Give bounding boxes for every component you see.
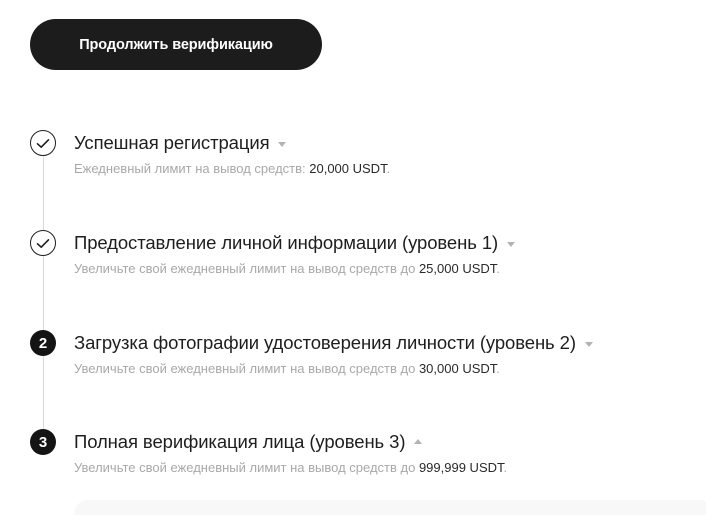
limit-label: Увеличьте свой ежедневный лимит на вывод… [74, 460, 419, 475]
limit-amount: 25,000 USDT [418, 261, 497, 276]
limit-amount: 20,000 USDT [309, 161, 387, 176]
step-number-badge: 2 [30, 330, 56, 356]
limit-suffix: . [496, 261, 500, 276]
caret-down-icon[interactable] [584, 341, 593, 347]
limit-label: Увеличьте свой ежедневный лимит на вывод… [74, 261, 419, 276]
step-limit-text: Увеличьте свой ежедневный лимит на вывод… [74, 460, 507, 475]
limit-label: Ежедневный лимит на вывод средств: [74, 161, 310, 176]
caret-up-icon[interactable] [414, 438, 423, 444]
check-icon [30, 230, 56, 256]
step-header[interactable]: Загрузка фотографии удостоверения личнос… [74, 332, 593, 354]
step-limit-text: Ежедневный лимит на вывод средств: 20,00… [74, 161, 390, 176]
step-limit-text: Увеличьте свой ежедневный лимит на вывод… [74, 261, 500, 276]
limit-amount: 999,999 USDT [418, 460, 504, 475]
limit-suffix: . [496, 361, 500, 376]
step-header[interactable]: Полная верификация лица (уровень 3) [74, 431, 423, 453]
continue-verification-button[interactable]: Продолжить верификацию [30, 19, 322, 70]
step-limit-text: Увеличьте свой ежедневный лимит на вывод… [74, 361, 500, 376]
limit-label: Увеличьте свой ежедневный лимит на вывод… [74, 361, 419, 376]
limit-amount: 30,000 USDT [418, 361, 497, 376]
step-title: Полная верификация лица (уровень 3) [74, 431, 406, 452]
caret-down-icon[interactable] [507, 241, 516, 247]
step-number-badge: 3 [30, 429, 56, 455]
check-icon [30, 130, 56, 156]
step-header[interactable]: Предоставление личной информации (уровен… [74, 232, 516, 254]
limit-suffix: . [386, 161, 391, 176]
step-title: Успешная регистрация [74, 132, 270, 153]
step-header[interactable]: Успешная регистрация [74, 132, 287, 154]
step-title: Загрузка фотографии удостоверения личнос… [74, 332, 576, 353]
timeline-line [43, 143, 44, 441]
step-title: Предоставление личной информации (уровен… [74, 232, 499, 253]
level-3-details-panel [74, 500, 706, 515]
verification-page: Продолжить верификацию Успешная регистра… [0, 0, 706, 515]
limit-suffix: . [503, 460, 508, 475]
caret-down-icon[interactable] [278, 141, 287, 147]
